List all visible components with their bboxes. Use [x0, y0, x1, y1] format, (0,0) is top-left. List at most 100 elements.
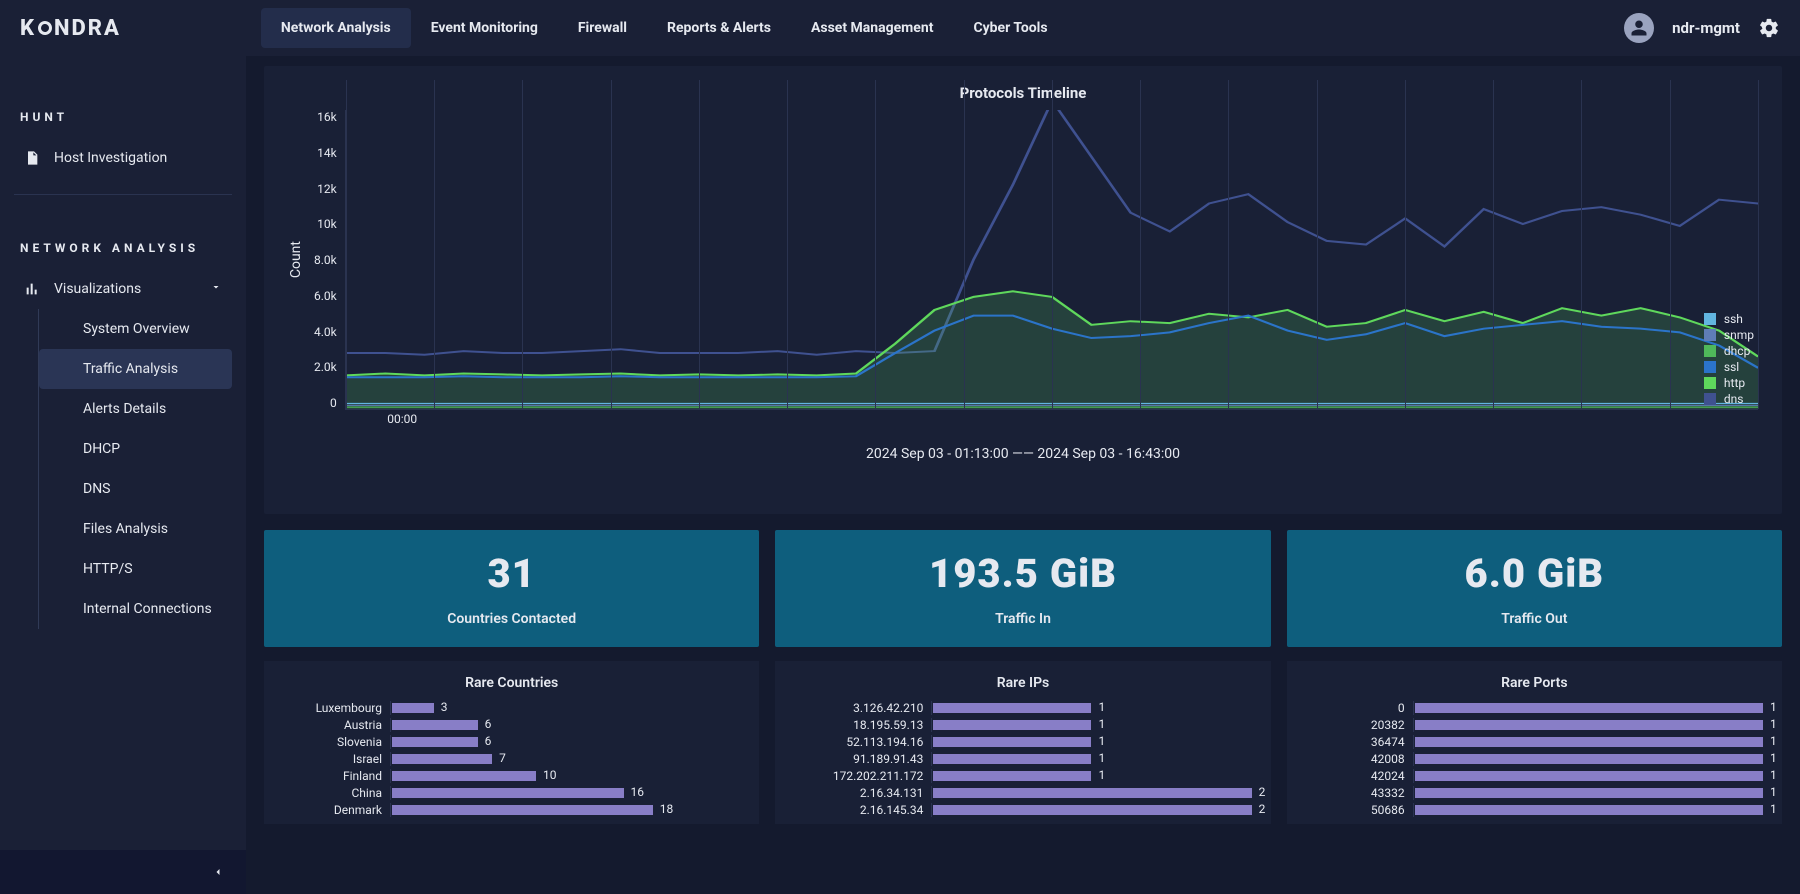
bar-row[interactable]: 506861 — [1305, 803, 1764, 817]
y-tick: 16k — [314, 110, 337, 124]
bar-label: 42024 — [1305, 769, 1405, 783]
sidebar-item-host-investigation[interactable]: Host Investigation — [14, 138, 232, 178]
metric-card: 6.0 GiBTraffic Out — [1287, 530, 1782, 647]
bar-label: 3.126.42.210 — [793, 701, 923, 715]
y-tick: 14k — [314, 146, 337, 160]
bar-row[interactable]: 420081 — [1305, 752, 1764, 766]
username[interactable]: ndr-mgmt — [1672, 19, 1740, 37]
bar-chart-icon — [24, 281, 40, 297]
bar-row[interactable]: 01 — [1305, 701, 1764, 715]
bar-label: 43332 — [1305, 786, 1405, 800]
rare-ips-panel: Rare IPs 3.126.42.210118.195.59.13152.11… — [775, 661, 1270, 824]
y-tick: 12k — [314, 182, 337, 196]
topnav-item[interactable]: Cyber Tools — [953, 8, 1067, 48]
topnav-item[interactable]: Asset Management — [791, 8, 954, 48]
bar-row[interactable]: 18.195.59.131 — [793, 718, 1252, 732]
topnav-item[interactable]: Network Analysis — [261, 8, 411, 48]
panel-title: Protocols Timeline — [288, 84, 1758, 102]
bar-label: Finland — [282, 769, 382, 783]
bar-row[interactable]: 433321 — [1305, 786, 1764, 800]
avatar[interactable] — [1624, 13, 1654, 43]
legend-item[interactable]: dhcp — [1704, 344, 1754, 358]
legend-item[interactable]: snmp — [1704, 328, 1754, 342]
rare-countries-panel: Rare Countries Luxembourg3 Austria6 Sloven… — [264, 661, 759, 824]
bar-value: 1 — [1770, 734, 1777, 748]
sidebar-item-visualizations[interactable]: Visualizations — [14, 269, 232, 309]
bar-label: 36474 — [1305, 735, 1405, 749]
bar-row[interactable]: Denmark18 — [282, 803, 741, 817]
bar-row[interactable]: Finland 10 — [282, 769, 741, 783]
sidebar-collapse-button[interactable] — [0, 850, 246, 894]
sidebar-sub-item[interactable]: Internal Connections — [39, 589, 232, 629]
gear-icon — [1758, 17, 1780, 39]
sidebar-sub-item[interactable]: DHCP — [39, 429, 232, 469]
bar-value: 1 — [1098, 751, 1105, 765]
brand-logo[interactable]: KNDRA — [20, 16, 121, 41]
bar-row[interactable]: 172.202.211.172 1 — [793, 769, 1252, 783]
bar-label: 172.202.211.172 — [793, 769, 923, 783]
legend-label: snmp — [1724, 328, 1754, 342]
bar-row[interactable]: Slovenia6 — [282, 735, 741, 749]
topnav-item[interactable]: Reports & Alerts — [647, 8, 791, 48]
bar-row[interactable]: 2.16.145.342 — [793, 803, 1252, 817]
x-tick: 00:00 — [387, 412, 417, 426]
legend-item[interactable]: ssl — [1704, 360, 1754, 374]
sidebar-sub-item[interactable]: HTTP/S — [39, 549, 232, 589]
bar-value: 1 — [1098, 734, 1105, 748]
bar-label: Denmark — [282, 803, 382, 817]
logo-o-glyph — [37, 20, 53, 36]
bar-row[interactable]: Israel7 — [282, 752, 741, 766]
bar-value: 10 — [543, 768, 557, 782]
bar-value: 1 — [1770, 717, 1777, 731]
bar-value: 1 — [1098, 768, 1105, 782]
bar-row[interactable]: 52.113.194.161 — [793, 735, 1252, 749]
settings-button[interactable] — [1758, 17, 1780, 39]
bar-value: 2 — [1259, 802, 1266, 816]
topnav-item[interactable]: Firewall — [558, 8, 647, 48]
bar-label: 42008 — [1305, 752, 1405, 766]
bar-row[interactable]: Austria6 — [282, 718, 741, 732]
topnav-item[interactable]: Event Monitoring — [411, 8, 558, 48]
y-tick: 10k — [314, 217, 337, 231]
panel-title: Rare Countries — [282, 675, 741, 691]
bar-row[interactable]: China16 — [282, 786, 741, 800]
bar-value: 1 — [1770, 802, 1777, 816]
sidebar-sub-item[interactable]: DNS — [39, 469, 232, 509]
bar-row[interactable]: 2.16.34.1312 — [793, 786, 1252, 800]
bar-row[interactable]: 203821 — [1305, 718, 1764, 732]
panel-title: Rare Ports — [1305, 675, 1764, 691]
bar-row[interactable]: 364741 — [1305, 735, 1764, 749]
legend-swatch — [1704, 393, 1716, 405]
y-tick: 4.0k — [314, 325, 337, 339]
bar-label: Austria — [282, 718, 382, 732]
bar-value: 1 — [1770, 700, 1777, 714]
legend-item[interactable]: ssh — [1704, 312, 1754, 326]
timeline-plot[interactable]: 00:00 — [345, 110, 1758, 410]
legend-label: dhcp — [1724, 344, 1750, 358]
bar-value: 1 — [1098, 717, 1105, 731]
bar-value: 3 — [441, 700, 448, 714]
timeline-legend: ssh snmp dhcp ssl http dns — [1704, 312, 1754, 408]
legend-swatch — [1704, 329, 1716, 341]
metric-value: 31 — [274, 550, 749, 597]
bar-value: 1 — [1770, 785, 1777, 799]
bar-row[interactable]: 3.126.42.2101 — [793, 701, 1252, 715]
chevron-left-icon — [212, 866, 224, 878]
legend-item[interactable]: http — [1704, 376, 1754, 390]
sidebar-sub-item[interactable]: Traffic Analysis — [39, 349, 232, 389]
bar-label: 2.16.145.34 — [793, 803, 923, 817]
bar-row[interactable]: Luxembourg3 — [282, 701, 741, 715]
sidebar-sub-item[interactable]: Files Analysis — [39, 509, 232, 549]
legend-swatch — [1704, 361, 1716, 373]
bar-value: 1 — [1770, 768, 1777, 782]
sidebar-sub-item[interactable]: System Overview — [39, 309, 232, 349]
bar-row[interactable]: 91.189.91.431 — [793, 752, 1252, 766]
y-tick: 6.0k — [314, 289, 337, 303]
bar-label: China — [282, 786, 382, 800]
metric-label: Countries Contacted — [274, 611, 749, 627]
protocols-timeline-panel: Protocols Timeline Count 16k14k12k10k8.0… — [264, 66, 1782, 514]
bar-row[interactable]: 420241 — [1305, 769, 1764, 783]
legend-item[interactable]: dns — [1704, 392, 1754, 406]
sidebar-sub-item[interactable]: Alerts Details — [39, 389, 232, 429]
panel-title: Rare IPs — [793, 675, 1252, 691]
